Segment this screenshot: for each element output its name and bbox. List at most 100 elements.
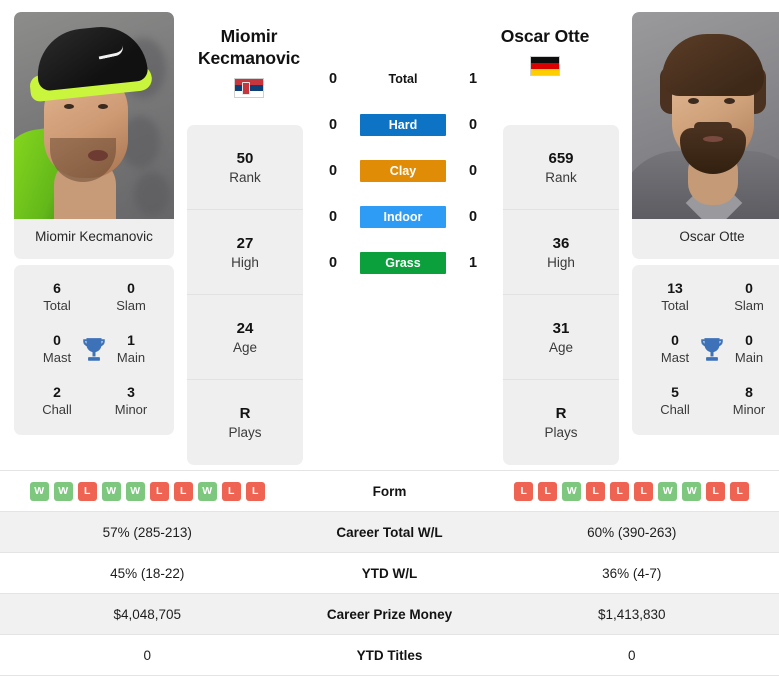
stat-cell-rank: 50 Rank — [187, 125, 303, 210]
form-badge-w: W — [682, 481, 702, 501]
h2h-surface-label[interactable]: Hard — [360, 114, 446, 136]
comparison-area: Miomir Kecmanovic 6 Total 0 Slam 0 Mast … — [0, 0, 779, 470]
titles-cell: 0 Slam — [734, 280, 764, 314]
h2h-surface-label[interactable]: Indoor — [360, 206, 446, 228]
table-row-career-total-wl: 57% (285-213) Career Total W/L 60% (390-… — [0, 512, 779, 553]
player-left-photo — [14, 12, 174, 219]
h2h-row-grass: 0 Grass 1 — [316, 252, 490, 274]
form-badge-l: L — [221, 481, 241, 501]
h2h-left-score: 0 — [328, 209, 338, 225]
h2h-right-score: 0 — [468, 163, 478, 179]
player-left-name-line1: Miomir — [220, 26, 278, 46]
table-row-form: WWLWWLLWLL Form LLWLLLWWLL — [0, 471, 779, 512]
row-label: YTD W/L — [361, 565, 418, 581]
h2h-left-score: 0 — [328, 163, 338, 179]
row-left-value: 45% (18-22) — [110, 565, 185, 581]
player-left-photo-caption: Miomir Kecmanovic — [35, 229, 153, 244]
serbia-flag-icon — [234, 77, 264, 98]
player-right-name-line1: Oscar Otte — [500, 26, 590, 46]
trophy-icon — [83, 338, 105, 361]
form-badge-l: L — [706, 481, 726, 501]
form-badge-l: L — [634, 481, 654, 501]
form-badge-l: L — [77, 481, 97, 501]
form-badge-w: W — [29, 481, 49, 501]
titles-cell: 5 Chall — [660, 383, 690, 417]
row-label: Career Prize Money — [326, 606, 453, 622]
player-right-header: Oscar Otte — [470, 26, 620, 76]
row-label: Career Total W/L — [336, 524, 443, 540]
h2h-surface-label[interactable]: Grass — [360, 252, 446, 274]
player-right-photo-card: Oscar Otte — [632, 12, 779, 260]
table-row-ytd-wl: 45% (18-22) YTD W/L 36% (4-7) — [0, 553, 779, 594]
form-left: WWLWWLLWLL — [0, 481, 295, 501]
row-right-value: 36% (4-7) — [602, 565, 662, 581]
row-left-value: 0 — [143, 647, 151, 663]
form-right: LLWLLLWWLL — [485, 481, 779, 501]
player-left-stat-column: 50 Rank 27 High 24 Age R Plays — [187, 125, 303, 465]
player-left-header: Miomir Kecmanovic — [174, 26, 324, 98]
h2h-row-hard: 0 Hard 0 — [316, 114, 490, 136]
trophy-icon — [701, 338, 723, 361]
h2h-left-score: 0 — [328, 117, 338, 133]
h2h-right-score: 1 — [468, 255, 478, 271]
form-badge-w: W — [658, 481, 678, 501]
h2h-surface-label[interactable]: Clay — [360, 160, 446, 182]
form-strip-right: LLWLLLWWLL — [514, 481, 750, 501]
germany-flag-icon — [530, 55, 560, 76]
form-badge-w: W — [562, 481, 582, 501]
titles-cell: 3 Minor — [114, 383, 148, 417]
form-badge-w: W — [197, 481, 217, 501]
titles-cell: 6 Total — [43, 280, 71, 314]
table-row-ytd-titles: 0 YTD Titles 0 — [0, 635, 779, 676]
form-badge-l: L — [149, 481, 169, 501]
h2h-row-indoor: 0 Indoor 0 — [316, 206, 490, 228]
row-left-value: 57% (285-213) — [102, 524, 192, 540]
stat-cell-age: 24 Age — [187, 295, 303, 380]
h2h-left-score: 0 — [328, 255, 338, 271]
player-left-titles-card: 6 Total 0 Slam 0 Mast 1 Main 2 Chall 3 M… — [14, 265, 174, 435]
titles-cell: 8 Minor — [732, 383, 766, 417]
stat-cell-plays: R Plays — [544, 405, 578, 441]
stat-cell-high: 36 High — [503, 210, 619, 295]
form-strip-left: WWLWWLLWLL — [29, 481, 265, 501]
titles-cell: 13 Total — [661, 280, 689, 314]
form-badge-l: L — [730, 481, 750, 501]
player-left-name-line2: Kecmanovic — [197, 47, 301, 68]
stat-cell-high: 27 High — [187, 210, 303, 295]
head-to-head-panel: 0 Total 1 0 Hard 0 0 Clay 0 0 Indoor 0 0… — [316, 12, 490, 298]
player-right-titles-card: 13 Total 0 Slam 0 Mast 0 Main 5 Chall 8 … — [632, 265, 779, 435]
form-badge-l: L — [514, 481, 534, 501]
row-left-value: $4,048,705 — [113, 606, 182, 622]
player-comparison-page: Miomir Kecmanovic Oscar Otte Miomir Kecm… — [0, 0, 779, 699]
row-label: Form — [372, 483, 407, 499]
h2h-row-total: 0 Total 1 — [316, 68, 490, 90]
form-badge-w: W — [101, 481, 121, 501]
player-right-column: Oscar Otte 13 Total 0 Slam 0 Mast 0 Main… — [632, 12, 779, 435]
player-right-photo — [632, 12, 779, 219]
h2h-surface-label: Total — [388, 72, 418, 86]
row-right-value: 60% (390-263) — [587, 524, 677, 540]
form-badge-w: W — [53, 481, 73, 501]
comparison-table: WWLWWLLWLL Form LLWLLLWWLL 57% (285-213)… — [0, 470, 779, 676]
h2h-row-clay: 0 Clay 0 — [316, 160, 490, 182]
form-badge-l: L — [538, 481, 558, 501]
h2h-right-score: 0 — [468, 209, 478, 225]
table-row-career-prize-money: $4,048,705 Career Prize Money $1,413,830 — [0, 594, 779, 635]
stat-cell-rank: 659 Rank — [503, 125, 619, 210]
player-left-column: Miomir Kecmanovic 6 Total 0 Slam 0 Mast … — [14, 12, 174, 435]
h2h-right-score: 0 — [468, 117, 478, 133]
row-label: YTD Titles — [356, 647, 423, 663]
titles-cell: 2 Chall — [42, 383, 72, 417]
titles-cell: 0 Slam — [116, 280, 146, 314]
row-right-value: 0 — [627, 647, 636, 663]
stat-cell-plays: R Plays — [228, 405, 262, 441]
form-badge-w: W — [125, 481, 145, 501]
form-badge-l: L — [586, 481, 606, 501]
form-badge-l: L — [245, 481, 265, 501]
head-to-head-list: 0 Total 1 0 Hard 0 0 Clay 0 0 Indoor 0 0… — [316, 14, 490, 298]
row-right-value: $1,413,830 — [597, 606, 666, 622]
form-badge-l: L — [173, 481, 193, 501]
form-badge-l: L — [610, 481, 630, 501]
player-left-photo-card: Miomir Kecmanovic — [14, 12, 174, 260]
player-right-photo-caption: Oscar Otte — [679, 229, 745, 244]
